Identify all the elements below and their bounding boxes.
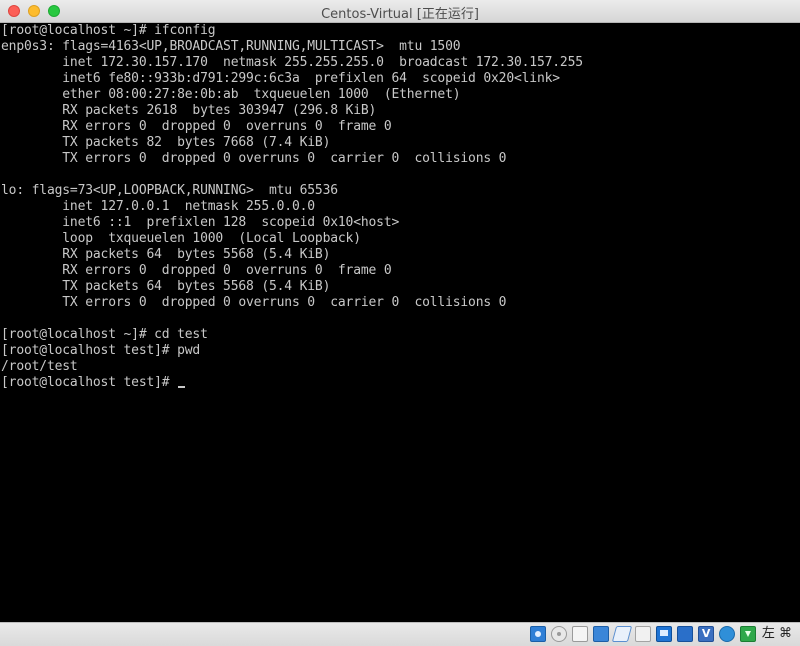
shared-folders-icon[interactable] bbox=[634, 626, 651, 642]
terminal-line: TX packets 82 bytes 7668 (7.4 KiB) bbox=[1, 135, 331, 150]
virtualbox-icon[interactable] bbox=[697, 626, 714, 642]
terminal-line: RX packets 2618 bytes 303947 (296.8 KiB) bbox=[1, 103, 377, 118]
video-capture-icon[interactable] bbox=[676, 626, 693, 642]
window-title: Centos-Virtual [正在运行] bbox=[321, 7, 479, 22]
terminal-line: TX packets 64 bytes 5568 (5.4 KiB) bbox=[1, 279, 331, 294]
terminal-line: RX packets 64 bytes 5568 (5.4 KiB) bbox=[1, 247, 331, 262]
terminal-line: RX errors 0 dropped 0 overruns 0 frame 0 bbox=[1, 263, 392, 278]
terminal-line: TX errors 0 dropped 0 overruns 0 carrier… bbox=[1, 295, 507, 310]
network-icon[interactable] bbox=[592, 626, 609, 642]
terminal-line: TX errors 0 dropped 0 overruns 0 carrier… bbox=[1, 151, 507, 166]
vm-status-bar: 左 ⌘ bbox=[0, 622, 800, 646]
terminal-line: RX errors 0 dropped 0 overruns 0 frame 0 bbox=[1, 119, 392, 134]
terminal-console[interactable]: [root@localhost ~]# ifconfig enp0s3: fla… bbox=[0, 23, 800, 622]
text-cursor bbox=[178, 386, 186, 388]
arrow-down-icon[interactable] bbox=[739, 626, 756, 642]
terminal-line: inet6 fe80::933b:d791:299c:6c3a prefixle… bbox=[1, 71, 560, 86]
display-icon[interactable] bbox=[655, 626, 672, 642]
terminal-line: [root@localhost ~]# cd test bbox=[1, 327, 208, 342]
terminal-line: [root@localhost ~]# ifconfig bbox=[1, 23, 216, 38]
audio-icon[interactable] bbox=[571, 626, 588, 642]
vm-window: Centos-Virtual [正在运行] [root@localhost ~]… bbox=[0, 0, 800, 646]
host-key-indicator[interactable]: 左 ⌘ bbox=[762, 626, 792, 642]
terminal-line: inet6 ::1 prefixlen 128 scopeid 0x10<hos… bbox=[1, 215, 400, 230]
terminal-line: inet 172.30.157.170 netmask 255.255.255.… bbox=[1, 55, 583, 70]
cpu-icon[interactable] bbox=[718, 626, 735, 642]
terminal-line: [root@localhost test]# pwd bbox=[1, 343, 201, 358]
terminal-line: ether 08:00:27:8e:0b:ab txqueuelen 1000 … bbox=[1, 87, 461, 102]
device-tray: 左 ⌘ bbox=[525, 626, 792, 642]
terminal-prompt: [root@localhost test]# bbox=[1, 375, 178, 390]
terminal-line: inet 127.0.0.1 netmask 255.0.0.0 bbox=[1, 199, 315, 214]
terminal-prompt-line[interactable]: [root@localhost test]# bbox=[1, 375, 186, 391]
usb-icon[interactable] bbox=[611, 626, 633, 642]
terminal-line: loop txqueuelen 1000 (Local Loopback) bbox=[1, 231, 361, 246]
terminal-line: enp0s3: flags=4163<UP,BROADCAST,RUNNING,… bbox=[1, 39, 461, 54]
hard-disk-icon[interactable] bbox=[529, 626, 546, 642]
terminal-line: lo: flags=73<UP,LOOPBACK,RUNNING> mtu 65… bbox=[1, 183, 338, 198]
terminal-line: /root/test bbox=[1, 359, 78, 374]
optical-drive-icon[interactable] bbox=[550, 626, 567, 642]
title-bar[interactable]: Centos-Virtual [正在运行] bbox=[0, 0, 800, 23]
